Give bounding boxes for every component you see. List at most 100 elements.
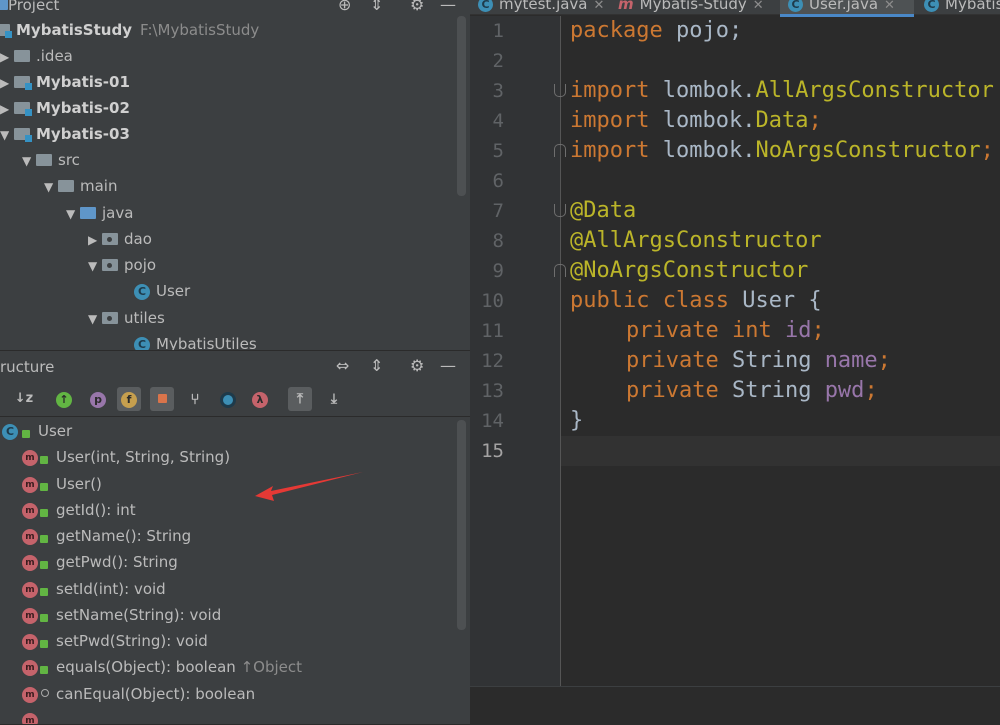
- project-panel-title[interactable]: Project: [8, 0, 59, 14]
- fold-marker-icon[interactable]: [554, 144, 566, 157]
- sort-alpha-icon[interactable]: ↓z: [12, 387, 36, 411]
- chevron-right-icon[interactable]: ▶: [0, 70, 14, 96]
- project-scrollbar[interactable]: [457, 16, 466, 196]
- close-icon[interactable]: ✕: [753, 0, 764, 13]
- structure-method[interactable]: m User(int, String, String): [22, 444, 230, 470]
- structure-panel-title[interactable]: ructure: [0, 358, 54, 376]
- project-tree: MybatisStudy F:\MybatisStudy ▶ .idea ▶ Myba…: [0, 16, 458, 350]
- public-lock-icon: [40, 534, 48, 543]
- folder-icon: [14, 49, 30, 62]
- expand-all-icon[interactable]: ⇔: [336, 356, 349, 375]
- class-icon: C: [788, 0, 803, 12]
- tree-item-pojo[interactable]: ▼ pojo: [88, 252, 156, 278]
- project-panel-header: Project ⊕ ⇕ ⚙ —: [0, 0, 470, 14]
- editor-bottom-area: [470, 686, 1000, 725]
- collapse-all-icon[interactable]: ⇕: [370, 356, 383, 375]
- package-icon: [102, 232, 118, 245]
- structure-method[interactable]: m setPwd(String): void: [22, 628, 208, 654]
- structure-method[interactable]: m setId(int): void: [22, 576, 166, 602]
- autoscroll-from-source-icon[interactable]: ⤓: [322, 387, 346, 411]
- chevron-down-icon[interactable]: ▼: [88, 306, 102, 332]
- close-icon[interactable]: ✕: [884, 0, 895, 13]
- code-line-12: private String name;: [626, 348, 891, 373]
- chevron-right-icon[interactable]: ▶: [88, 227, 102, 253]
- close-icon[interactable]: ✕: [594, 0, 605, 13]
- tab-mybatis-study[interactable]: m Mybatis-Study ✕: [610, 0, 778, 14]
- code-line-5: import lombok.NoArgsConstructor;: [570, 138, 994, 163]
- structure-method[interactable]: m canEqual(Object): boolean: [22, 681, 255, 707]
- line-number: 7: [492, 200, 504, 222]
- tab-mytest[interactable]: Cmytest.java ✕: [470, 0, 606, 14]
- method-icon: m: [22, 607, 38, 624]
- method-icon: m: [22, 449, 38, 466]
- code-line-10: public class User {: [570, 288, 822, 313]
- folder-icon: [58, 179, 74, 192]
- collapse-icon[interactable]: ⇕: [370, 0, 383, 14]
- tree-item-user[interactable]: C User: [134, 278, 190, 304]
- editor-tabs: Cmytest.java ✕ m Mybatis-Study ✕ C User.java…: [470, 0, 1000, 17]
- tree-item-idea[interactable]: ▶ .idea: [0, 43, 73, 69]
- code-line-11: private int id;: [626, 318, 825, 343]
- structure-method-partial[interactable]: m: [22, 707, 38, 724]
- chevron-right-icon[interactable]: ▶: [0, 44, 14, 70]
- method-icon: m: [22, 712, 38, 724]
- fold-marker-icon[interactable]: [554, 204, 566, 217]
- inherited-icon[interactable]: ↑: [52, 387, 76, 411]
- structure-toolbar: ↓z ↑ p f ⑂ λ ⤒ ⤓: [0, 382, 470, 417]
- tree-item-java[interactable]: ▼ java: [66, 200, 133, 226]
- gear-icon[interactable]: ⚙: [410, 356, 424, 375]
- tab-mybatis[interactable]: C Mybatis: [916, 0, 1000, 14]
- structure-method[interactable]: m getId(): int: [22, 497, 136, 523]
- anonymous-class-icon[interactable]: [216, 387, 240, 411]
- tree-item-mybatis-03[interactable]: ▼ Mybatis-03: [0, 121, 130, 147]
- properties-icon[interactable]: p: [86, 387, 110, 411]
- minimize-icon[interactable]: —: [440, 0, 456, 14]
- locate-icon[interactable]: ⊕: [338, 0, 351, 14]
- hierarchy-icon[interactable]: ⑂: [183, 387, 207, 411]
- method-icon: m: [22, 554, 38, 571]
- chevron-down-icon[interactable]: ▼: [44, 174, 58, 200]
- public-lock-icon: [22, 429, 30, 438]
- tab-user-java[interactable]: C User.java ✕: [780, 0, 914, 17]
- public-lock-icon: [40, 482, 48, 491]
- fields-icon[interactable]: f: [117, 387, 141, 411]
- structure-scrollbar[interactable]: [457, 420, 466, 630]
- line-number: 9: [492, 260, 504, 282]
- method-icon: m: [22, 686, 38, 703]
- tree-item-src[interactable]: ▼ src: [22, 147, 80, 173]
- tree-item-dao[interactable]: ▶ dao: [88, 226, 152, 252]
- tree-item-utiles[interactable]: ▼ utiles: [88, 305, 165, 331]
- non-public-icon[interactable]: [150, 387, 174, 411]
- autoscroll-to-source-icon[interactable]: ⤒: [288, 387, 312, 411]
- chevron-down-icon[interactable]: ▼: [0, 122, 14, 148]
- line-number: 14: [481, 410, 504, 432]
- source-folder-icon: [80, 206, 96, 219]
- structure-method[interactable]: m User(): [22, 471, 102, 497]
- chevron-down-icon[interactable]: ▼: [66, 201, 80, 227]
- public-lock-icon: [40, 455, 48, 464]
- structure-method[interactable]: m equals(Object): boolean ↑Object: [22, 654, 302, 680]
- tree-item-mybatisutiles[interactable]: C MybatisUtiles: [134, 331, 257, 350]
- minimize-icon[interactable]: —: [440, 356, 456, 375]
- chevron-right-icon[interactable]: ▶: [0, 96, 14, 122]
- tree-item-mybatisstudy[interactable]: MybatisStudy F:\MybatisStudy: [0, 17, 259, 43]
- structure-method[interactable]: m getPwd(): String: [22, 549, 178, 575]
- chevron-down-icon[interactable]: ▼: [88, 253, 102, 279]
- folder-icon: [36, 153, 52, 166]
- lambda-icon[interactable]: λ: [248, 387, 272, 411]
- tree-item-mybatis-01[interactable]: ▶ Mybatis-01: [0, 69, 130, 95]
- structure-method[interactable]: m setName(String): void: [22, 602, 221, 628]
- code-line-4: import lombok.Data;: [570, 108, 822, 133]
- structure-root-user[interactable]: C User: [2, 418, 72, 444]
- fold-marker-icon[interactable]: [554, 264, 566, 277]
- tree-item-main[interactable]: ▼ main: [44, 173, 117, 199]
- fold-marker-icon[interactable]: [554, 84, 566, 97]
- tree-item-mybatis-02[interactable]: ▶ Mybatis-02: [0, 95, 130, 121]
- red-annotation-arrow: [255, 472, 363, 501]
- class-icon: C: [134, 336, 150, 350]
- chevron-down-icon[interactable]: ▼: [22, 148, 36, 174]
- line-number: 4: [492, 110, 504, 132]
- structure-method[interactable]: m getName(): String: [22, 523, 191, 549]
- gear-icon[interactable]: ⚙: [410, 0, 424, 14]
- line-number: 11: [481, 320, 504, 342]
